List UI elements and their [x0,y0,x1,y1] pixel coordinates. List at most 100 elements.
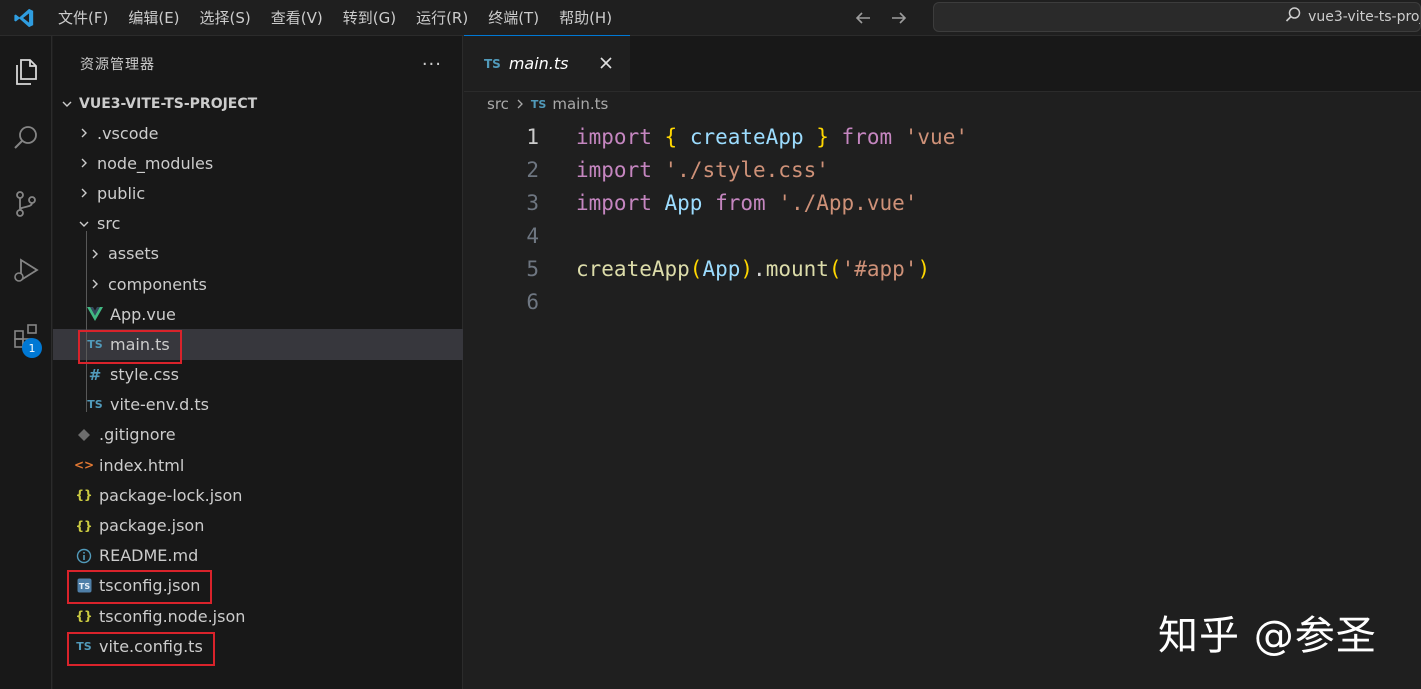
tree-item[interactable]: README.md [53,541,463,571]
tree-item[interactable]: src [53,209,463,239]
tree-item-label: App.vue [110,304,176,324]
indent-guide [86,231,87,412]
project-name: VUE3-VITE-TS-PROJECT [79,96,258,112]
code-line: 3 import App from './App.vue' [464,186,1421,219]
tree-item-label: tsconfig.node.json [99,606,246,626]
tree-item-label: assets [108,244,159,264]
code-line: 2 import './style.css' [464,153,1421,186]
explorer-icon[interactable] [0,46,52,98]
tree-item[interactable]: TS main.ts [53,329,463,360]
menu-item[interactable]: 编辑(E) [118,0,189,36]
code-token: import [576,190,652,215]
tree-item-label: vite-env.d.ts [110,395,209,415]
breadcrumb-file[interactable]: main.ts [552,95,608,113]
breadcrumb-folder[interactable]: src [487,95,509,113]
menu-item[interactable]: 文件(F) [48,0,118,36]
code-token: 'vue' [904,124,968,149]
vue-file-icon [86,307,104,322]
command-center-search[interactable]: vue3-vite-ts-proje [933,2,1421,32]
code-token: App [702,256,741,281]
forward-arrow-icon[interactable] [888,7,910,29]
tree-item[interactable]: components [53,269,463,299]
line-number: 5 [526,256,539,281]
tree-item-label: components [108,274,207,294]
menu-item[interactable]: 查看(V) [261,0,333,36]
typescript-file-icon: TS [76,639,92,653]
tree-item[interactable]: node_modules [53,148,463,178]
code-token: './App.vue' [778,190,918,215]
code-token: '#app' [841,256,918,281]
menu-bar: 文件(F) 编辑(E) 选择(S) 查看(V) 转到(G) 运行(R) 终端(T) 帮助(H) [48,0,622,36]
ts-file-icon: TS [484,56,501,71]
tree-item[interactable]: .vscode [53,118,463,148]
line-number: 2 [526,157,539,182]
tree-item-label: src [97,214,121,234]
tree-item-label: package-lock.json [99,485,243,505]
menu-item[interactable]: 选择(S) [190,0,261,36]
extensions-badge: 1 [22,338,42,358]
menu-item[interactable]: 运行(R) [406,0,478,36]
css-file-icon: # [88,365,102,384]
json-file-icon: {} [75,488,93,503]
sidebar-header: 资源管理器 ··· [53,36,462,92]
tree-item-label: tsconfig.json [99,576,201,596]
line-number: 1 [526,124,539,149]
code-token: ) [740,256,754,281]
tree-item[interactable]: # style.css [53,360,463,390]
code-token: ( [828,256,842,281]
tree-item[interactable]: TS vite.config.ts [53,631,463,661]
tree-item[interactable]: App.vue [53,299,463,329]
menu-item[interactable]: 终端(T) [478,0,549,36]
json-file-icon: {} [75,518,93,533]
tree-item[interactable]: {} package.json [53,510,463,540]
tab-main-ts[interactable]: TS main.ts [464,35,630,91]
menu-item[interactable]: 帮助(H) [549,0,622,36]
chevron-right-icon [77,187,91,199]
tree-item[interactable]: public [53,178,463,208]
code-token: . [753,256,766,281]
run-debug-icon[interactable] [0,244,52,296]
tree-item[interactable]: .gitignore [53,420,463,450]
tree-item-label: vite.config.ts [99,636,203,656]
code-line: 5 createApp(App).mount('#app') [464,252,1421,285]
tree-item[interactable]: assets [53,239,463,269]
code-line: 4 [464,219,1421,252]
tree-item[interactable]: TS vite-env.d.ts [53,390,463,420]
tree-item[interactable]: {} tsconfig.node.json [53,601,463,631]
code-line: 6 [464,285,1421,318]
chevron-right-icon [88,248,102,260]
code-token: createApp [576,256,690,281]
code-token: } [816,124,829,149]
tree-item-label: node_modules [97,153,214,173]
back-arrow-icon[interactable] [852,7,874,29]
file-tree: .vscode node_modulespublic src assets compon… [53,118,463,661]
tree-item-label: public [97,183,146,203]
tree-item[interactable]: {} package-lock.json [53,480,463,510]
project-folder-header[interactable]: VUE3-VITE-TS-PROJECT [53,92,462,116]
title-bar: 文件(F) 编辑(E) 选择(S) 查看(V) 转到(G) 运行(R) 终端(T) 帮助(H)… [0,0,1421,36]
code-token: createApp [677,124,817,149]
git-file-icon [75,428,93,442]
chevron-right-icon [77,157,91,169]
line-number: 3 [526,190,539,215]
info-icon [75,548,93,564]
chevron-right-icon [88,278,102,290]
command-center-text: vue3-vite-ts-proje [1308,9,1421,25]
tab-bar: TS main.ts [464,35,1421,92]
code-text: import App from './App.vue' [576,191,917,215]
tree-item-label: main.ts [110,334,170,354]
tree-item-label: style.css [110,365,179,385]
menu-item[interactable]: 转到(G) [333,0,406,36]
more-actions-icon[interactable]: ··· [422,54,442,75]
code-editor[interactable]: 1 import { createApp } from 'vue' 2 import … [464,120,1421,318]
tree-item[interactable]: <> index.html [53,450,463,480]
search-icon[interactable] [0,112,52,164]
vscode-logo-icon [0,0,48,36]
ts-file-icon: TS [530,97,547,111]
source-control-icon[interactable] [0,178,52,230]
close-icon[interactable] [596,53,616,73]
code-token: import [576,157,652,182]
line-number: 6 [526,289,539,314]
tree-item[interactable]: TS tsconfig.json [53,571,463,601]
